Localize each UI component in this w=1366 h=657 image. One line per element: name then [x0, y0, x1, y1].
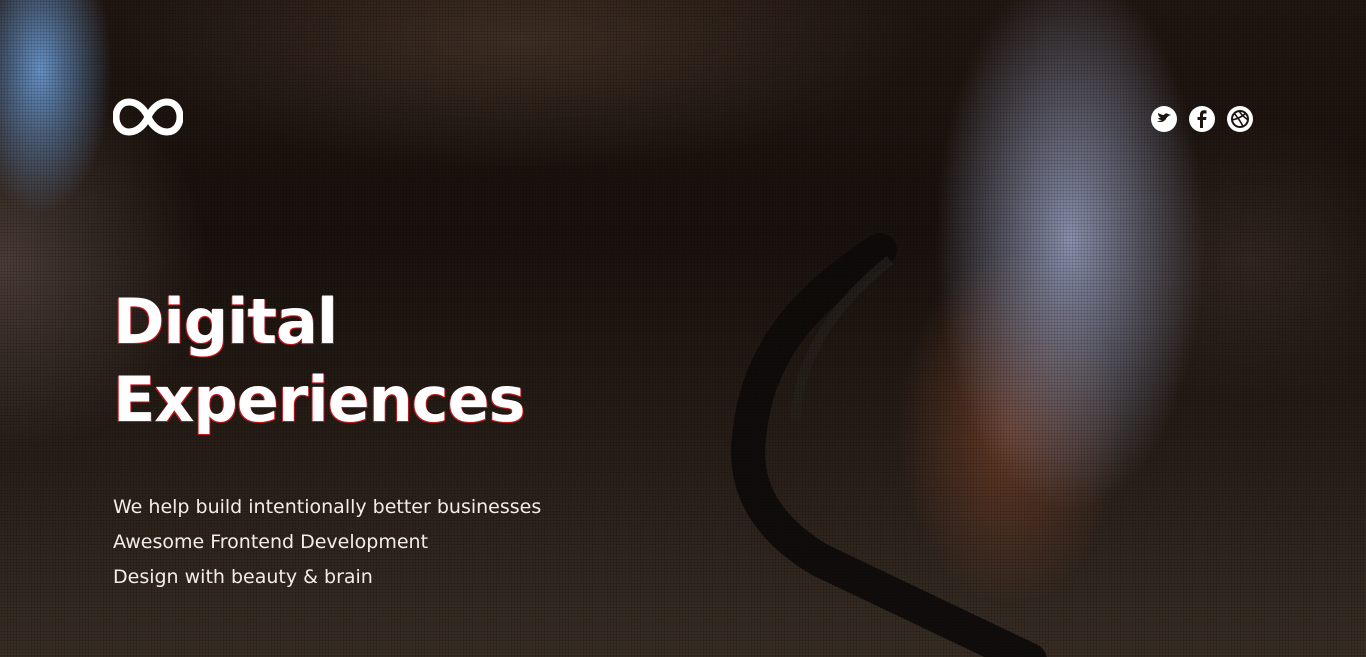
tagline: We help build intentionally better busin…	[113, 496, 542, 518]
hero-section: Digital Experiences We help build intent…	[0, 0, 1366, 657]
hero-taglines: We help build intentionally better busin…	[113, 490, 541, 595]
infinity-logo-icon[interactable]	[112, 97, 184, 137]
facebook-f-icon[interactable]	[1189, 106, 1215, 132]
tagline: Design with beauty & brain	[113, 566, 373, 588]
social-links	[1151, 106, 1253, 132]
tagline: Awesome Frontend Development	[113, 531, 429, 553]
headline-line-1: Digital	[113, 285, 338, 358]
headline-line-2: Experiences	[113, 363, 525, 436]
hero-headline: Digital Experiences	[113, 283, 525, 439]
twitter-bird-icon[interactable]	[1151, 106, 1177, 132]
dribbble-ball-icon[interactable]	[1227, 106, 1253, 132]
